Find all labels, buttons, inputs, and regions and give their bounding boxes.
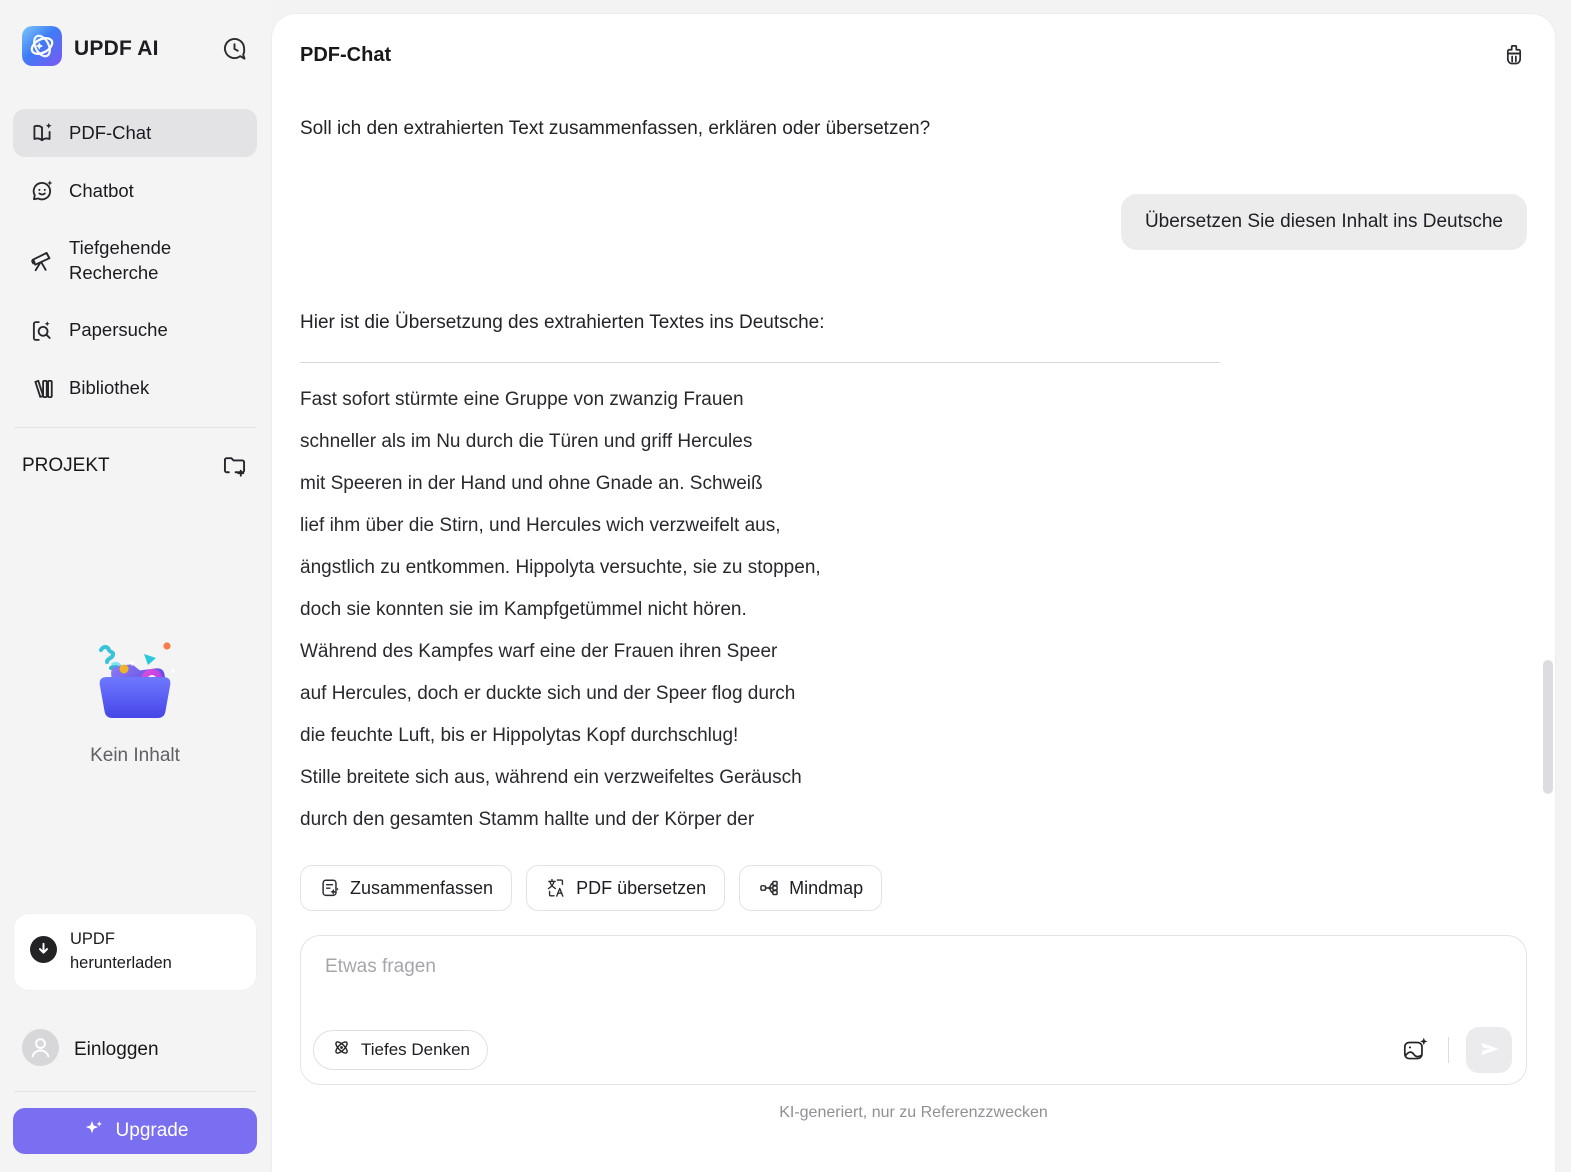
composer-divider [1448,1037,1449,1063]
document-magnifier-icon [29,318,55,344]
chat-input[interactable] [301,936,1526,1000]
user-message-row: Übersetzen Sie diesen Inhalt ins Deutsch… [300,194,1527,250]
sidebar-item-paper-search[interactable]: Papersuche [13,307,257,355]
translation-divider [300,362,1221,363]
sidebar: UPDF AI PDF-Chat Chatbot Tiefgehende Rec… [0,0,270,1172]
empty-state-label: Kein Inhalt [90,744,180,766]
avatar [22,1029,59,1071]
translation-line: ängstlich zu entkommen. Hippolyta versuc… [300,557,821,578]
sidebar-item-label: Chatbot [69,179,134,201]
project-label: PROJEKT [22,454,110,476]
translation-line: die feuchte Luft, bis er Hippolytas Kopf… [300,725,739,746]
sparkle-icon [82,1116,106,1146]
summarize-label: Zusammenfassen [350,877,494,898]
send-button[interactable] [1466,1027,1512,1073]
deep-think-toggle[interactable]: Tiefes Denken [313,1030,488,1070]
upgrade-divider [14,1091,256,1092]
sidebar-item-library[interactable]: Bibliothek [13,365,257,413]
composer-toolbar: Tiefes Denken [313,1027,1512,1073]
translation-line: lief ihm über die Stirn, und Hercules wi… [300,515,781,536]
clear-chat-brush-icon[interactable] [1499,40,1529,70]
scrollbar-thumb[interactable] [1543,660,1553,794]
history-icon[interactable] [220,35,248,63]
pdf-translate-button[interactable]: PDF übersetzen [526,865,726,911]
translation-line: doch sie konnten sie im Kampfgetümmel ni… [300,599,747,620]
page-title: PDF-Chat [300,43,392,66]
sidebar-divider [14,426,256,428]
sidebar-item-chatbot[interactable]: Chatbot [13,167,257,215]
translation-text: Fast sofort stürmte eine Gruppe von zwan… [300,379,1527,841]
sidebar-nav: PDF-Chat Chatbot Tiefgehende Recherche P… [13,109,257,413]
app-title: UPDF AI [74,36,159,60]
upgrade-label: Upgrade [115,1120,189,1141]
folder-plus-icon[interactable] [220,452,248,480]
project-empty-state: Kein Inhalt [13,638,257,767]
mindmap-label: Mindmap [789,877,864,898]
download-button-label: UPDF herunterladen [70,930,172,973]
open-book-sparkle-icon [29,120,55,146]
sidebar-item-pdf-chat[interactable]: PDF-Chat [13,109,257,157]
project-section-header: PROJEKT [22,452,248,480]
translate-icon [545,877,567,899]
upgrade-button[interactable]: Upgrade [13,1108,257,1154]
ai-disclaimer: KI-generiert, nur zu Referenzzwecken [779,1104,1048,1121]
translation-line: auf Hercules, doch er duckte sich und de… [300,683,796,704]
mindmap-icon [758,877,780,899]
updf-logo-icon [22,26,62,71]
chat-thread: Soll ich den extrahierten Text zusammenf… [272,70,1555,841]
download-circle-icon [30,936,57,968]
chat-header: PDF-Chat [272,14,1555,70]
translation-line: schneller als im Nu durch die Türen und … [300,431,753,452]
quick-actions: Zusammenfassen PDF übersetzen Mindmap [272,865,1555,911]
translation-line: Fast sofort stürmte eine Gruppe von zwan… [300,389,744,410]
brand-row: UPDF AI [22,26,248,71]
main-area: PDF-Chat Soll ich den extrahierten Text … [270,0,1571,1172]
sidebar-item-label: Tiefgehende Recherche [69,237,172,283]
empty-folder-illustration [87,638,183,731]
download-updf-button[interactable]: UPDF herunterladen [13,913,257,991]
deep-think-label: Tiefes Denken [361,1040,470,1059]
login-row[interactable]: Einloggen [22,1029,248,1071]
pdf-translate-label: PDF übersetzen [576,877,707,898]
translation-line: Während des Kampfes warf eine der Frauen… [300,641,778,662]
translation-line: mit Speeren in der Hand und ohne Gnade a… [300,473,763,494]
sidebar-item-label: Papersuche [69,319,168,341]
user-message-bubble: Übersetzen Sie diesen Inhalt ins Deutsch… [1120,194,1527,250]
login-label: Einloggen [74,1039,159,1060]
mindmap-button[interactable]: Mindmap [739,865,883,911]
image-upload-icon[interactable] [1399,1034,1431,1066]
sidebar-item-label: PDF-Chat [69,121,152,143]
summarize-doc-icon [319,877,341,899]
telescope-icon [29,248,55,274]
smiley-bubble-icon [29,178,55,204]
translation-line: Stille breitete sich aus, während ein ve… [300,767,802,788]
composer: Tiefes Denken [300,935,1527,1085]
sidebar-item-deep-research[interactable]: Tiefgehende Recherche [13,225,257,297]
translation-line: durch den gesamten Stamm hallte und der … [300,809,755,830]
books-icon [29,376,55,402]
chat-panel: PDF-Chat Soll ich den extrahierten Text … [272,14,1555,1172]
translation-heading: Hier ist die Übersetzung des extrahierte… [300,312,825,333]
sidebar-item-label: Bibliothek [69,377,150,399]
summarize-button[interactable]: Zusammenfassen [300,865,513,911]
assistant-message: Soll ich den extrahierten Text zusammenf… [300,118,931,139]
atom-icon [331,1037,352,1063]
paper-plane-icon [1476,1036,1502,1065]
